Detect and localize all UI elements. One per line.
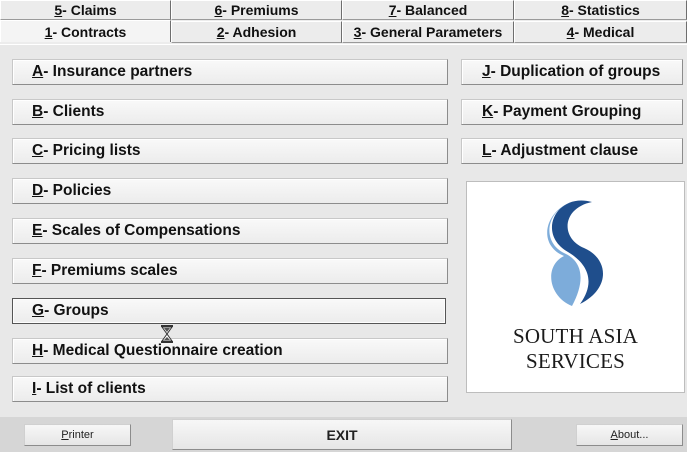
button-label: rinter bbox=[68, 429, 94, 441]
tab-hotkey: 2 bbox=[216, 24, 225, 40]
pricing-lists-button[interactable]: C - Pricing lists bbox=[12, 138, 448, 164]
button-label: - Insurance partners bbox=[43, 63, 193, 80]
tab-premiums[interactable]: 6 - Premiums bbox=[171, 0, 342, 20]
button-hotkey: F bbox=[32, 262, 42, 279]
button-label: - Policies bbox=[43, 182, 112, 199]
tab-label: - Adhesion bbox=[224, 24, 297, 40]
button-hotkey: E bbox=[32, 222, 43, 239]
button-hotkey: H bbox=[32, 342, 44, 359]
button-label: - Duplication of groups bbox=[490, 63, 661, 80]
tab-hotkey: 4 bbox=[566, 24, 575, 40]
button-hotkey: B bbox=[32, 103, 44, 120]
button-hotkey: A bbox=[610, 429, 618, 441]
payment-grouping-button[interactable]: K - Payment Grouping bbox=[461, 99, 683, 125]
button-label: bout... bbox=[617, 429, 649, 441]
tab-claims[interactable]: 5 - Claims bbox=[0, 0, 171, 20]
button-label: - Payment Grouping bbox=[493, 103, 642, 120]
button-label: - Scales of Compensations bbox=[42, 222, 241, 239]
tab-balanced[interactable]: 7 - Balanced bbox=[342, 0, 514, 20]
tab-label: - Statistics bbox=[568, 2, 640, 18]
tab-hotkey: 3 bbox=[353, 24, 362, 40]
tab-strip: 5 - Claims 6 - Premiums 7 - Balanced 8 -… bbox=[0, 0, 687, 44]
insurance-partners-button[interactable]: A - Insurance partners bbox=[12, 59, 448, 85]
company-logo: SOUTH ASIA SERVICES bbox=[466, 181, 685, 393]
hourglass-cursor-icon bbox=[161, 325, 173, 343]
button-label: - Clients bbox=[43, 103, 105, 120]
tab-hotkey: 6 bbox=[214, 2, 223, 18]
tab-label: - Balanced bbox=[396, 2, 468, 18]
button-label: EXIT bbox=[326, 426, 358, 443]
groups-button[interactable]: G - Groups bbox=[12, 298, 446, 324]
tab-adhesion[interactable]: 2 - Adhesion bbox=[171, 21, 342, 43]
printer-button[interactable]: Printer bbox=[24, 424, 131, 446]
tab-hotkey: 8 bbox=[561, 2, 569, 18]
tab-label: - Contracts bbox=[52, 23, 127, 40]
tab-statistics[interactable]: 8 - Statistics bbox=[514, 0, 687, 20]
button-label: - Medical Questionnaire creation bbox=[43, 342, 283, 359]
medical-questionnaire-creation-button[interactable]: H - Medical Questionnaire creation bbox=[12, 338, 448, 364]
tab-label: - Premiums bbox=[222, 2, 299, 18]
premiums-scales-button[interactable]: F - Premiums scales bbox=[12, 258, 448, 284]
logo-text: SOUTH ASIA SERVICES bbox=[512, 324, 639, 373]
scales-of-compensations-button[interactable]: E - Scales of Compensations bbox=[12, 218, 448, 244]
button-label: - Pricing lists bbox=[43, 142, 141, 159]
button-label: - Groups bbox=[44, 302, 109, 319]
button-label: - Premiums scales bbox=[41, 262, 178, 279]
button-hotkey: J bbox=[482, 63, 491, 80]
tab-medical[interactable]: 4 - Medical bbox=[514, 21, 687, 43]
south-asia-services-emblem-icon bbox=[547, 200, 603, 306]
about-button[interactable]: About... bbox=[576, 424, 683, 446]
policies-button[interactable]: D - Policies bbox=[12, 178, 448, 204]
exit-button[interactable]: EXIT bbox=[172, 419, 512, 450]
tab-label: - Claims bbox=[62, 2, 117, 18]
button-hotkey: P bbox=[61, 429, 69, 441]
button-label: - Adjustment clause bbox=[491, 142, 639, 159]
tab-label: - Medical bbox=[574, 24, 635, 40]
tab-label: - General Parameters bbox=[361, 24, 503, 40]
tab-general-parameters[interactable]: 3 - General Parameters bbox=[342, 21, 514, 43]
button-hotkey: A bbox=[32, 63, 44, 80]
list-of-clients-button[interactable]: I - List of clients bbox=[12, 376, 448, 402]
button-hotkey: D bbox=[32, 182, 44, 199]
button-hotkey: K bbox=[482, 103, 494, 120]
clients-button[interactable]: B - Clients bbox=[12, 99, 448, 125]
duplication-of-groups-button[interactable]: J - Duplication of groups bbox=[461, 59, 683, 85]
tab-hotkey: 5 bbox=[54, 2, 63, 18]
button-hotkey: C bbox=[32, 142, 44, 159]
button-label: - List of clients bbox=[36, 380, 146, 397]
adjustment-clause-button[interactable]: L - Adjustment clause bbox=[461, 138, 683, 164]
tab-contracts[interactable]: 1 - Contracts bbox=[0, 20, 171, 42]
tab-hotkey: 7 bbox=[388, 2, 397, 18]
button-hotkey: L bbox=[482, 142, 492, 159]
button-hotkey: G bbox=[32, 302, 45, 319]
tab-hotkey: 1 bbox=[44, 23, 53, 40]
